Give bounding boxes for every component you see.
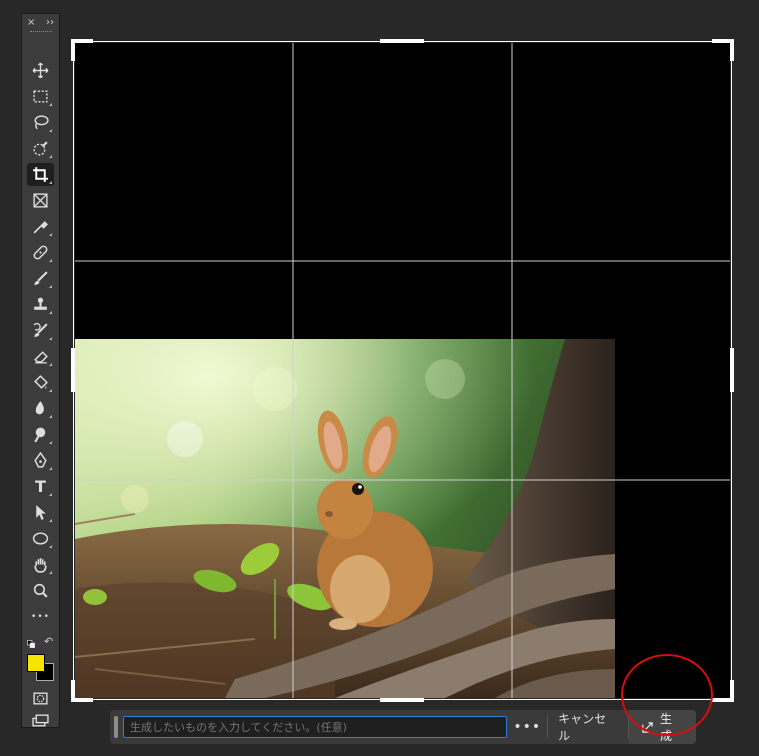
rabbit-photo — [75, 339, 615, 698]
eyedropper-icon — [33, 221, 49, 234]
crop-handle-bottom-right-v[interactable] — [730, 680, 734, 702]
dodge-icon — [34, 427, 46, 443]
brush-icon — [34, 271, 48, 285]
eraser-icon — [34, 351, 48, 364]
quick-mask-button[interactable] — [27, 687, 54, 710]
ellipsis-icon: ••• — [31, 611, 50, 622]
marquee-tool[interactable] — [27, 85, 54, 108]
history-brush-icon — [33, 322, 48, 337]
panel-grip[interactable] — [30, 31, 52, 34]
crop-handle-top-right-v[interactable] — [730, 39, 734, 61]
pen-tool[interactable] — [27, 449, 54, 472]
brush-tool[interactable] — [27, 267, 54, 290]
ellipse-icon — [32, 532, 49, 545]
screen-mode-icon — [32, 713, 49, 727]
default-colors-button[interactable] — [27, 634, 36, 649]
crop-icon — [33, 167, 48, 182]
tools-panel-header: × ›› — [22, 14, 59, 30]
blur-icon — [35, 401, 44, 415]
foreground-color-swatch[interactable] — [27, 654, 45, 672]
generate-icon — [642, 721, 653, 733]
stamp-icon — [34, 297, 47, 310]
type-icon: T — [35, 477, 46, 496]
clone-stamp-tool[interactable] — [27, 293, 54, 316]
generative-prompt-input[interactable] — [122, 716, 508, 738]
crop-tool[interactable] — [27, 163, 54, 186]
more-tools[interactable]: ••• — [27, 605, 54, 628]
bucket-icon — [34, 375, 48, 389]
more-options-button[interactable]: ••• — [507, 719, 547, 735]
zoom-tool[interactable] — [27, 579, 54, 602]
swap-colors-icon[interactable]: ↶ — [44, 635, 53, 648]
tools-panel: × ›› T ••• ↶ — [21, 13, 60, 728]
crop-handle-bottom[interactable] — [380, 698, 424, 702]
crop-handle-top-left-v[interactable] — [71, 39, 75, 61]
crop-handle-top[interactable] — [380, 39, 424, 43]
screen-mode-button[interactable] — [27, 713, 54, 727]
quick-selection-icon — [33, 141, 48, 156]
generate-button[interactable]: 生成 — [629, 710, 696, 744]
eyedropper-tool[interactable] — [27, 215, 54, 238]
cancel-button[interactable]: キャンセル — [548, 710, 628, 744]
crop-handle-left[interactable] — [71, 348, 75, 392]
blur-tool[interactable] — [27, 397, 54, 420]
healing-brush-tool[interactable] — [27, 241, 54, 264]
ellipse-tool[interactable] — [27, 527, 54, 550]
zoom-icon — [33, 583, 48, 598]
move-icon — [32, 62, 49, 79]
pen-icon — [34, 452, 47, 468]
lasso-tool[interactable] — [27, 111, 54, 134]
frame-tool[interactable] — [27, 189, 54, 212]
frame-icon — [33, 193, 48, 208]
generate-label: 生成 — [660, 712, 673, 743]
lasso-icon — [34, 115, 49, 130]
move-tool[interactable] — [27, 59, 54, 82]
hand-tool[interactable] — [27, 553, 54, 576]
quick-mask-icon — [33, 692, 48, 705]
marquee-icon — [33, 90, 48, 103]
hand-icon — [34, 558, 47, 573]
document-canvas[interactable] — [75, 43, 730, 698]
collapse-panel-button[interactable]: ›› — [46, 17, 54, 28]
quick-selection-tool[interactable] — [27, 137, 54, 160]
eraser-tool[interactable] — [27, 345, 54, 368]
bandage-icon — [33, 245, 48, 260]
contextual-taskbar: ••• キャンセル 生成 — [110, 710, 696, 744]
dodge-tool[interactable] — [27, 423, 54, 446]
taskbar-grip[interactable] — [114, 716, 118, 738]
crop-handle-right[interactable] — [730, 348, 734, 392]
arrow-icon — [36, 505, 46, 520]
history-brush-tool[interactable] — [27, 319, 54, 342]
crop-handle-bottom-left-v[interactable] — [71, 680, 75, 702]
paint-bucket-tool[interactable] — [27, 371, 54, 394]
close-panel-button[interactable]: × — [27, 17, 35, 28]
path-selection-tool[interactable] — [27, 501, 54, 524]
type-tool[interactable]: T — [27, 475, 54, 498]
